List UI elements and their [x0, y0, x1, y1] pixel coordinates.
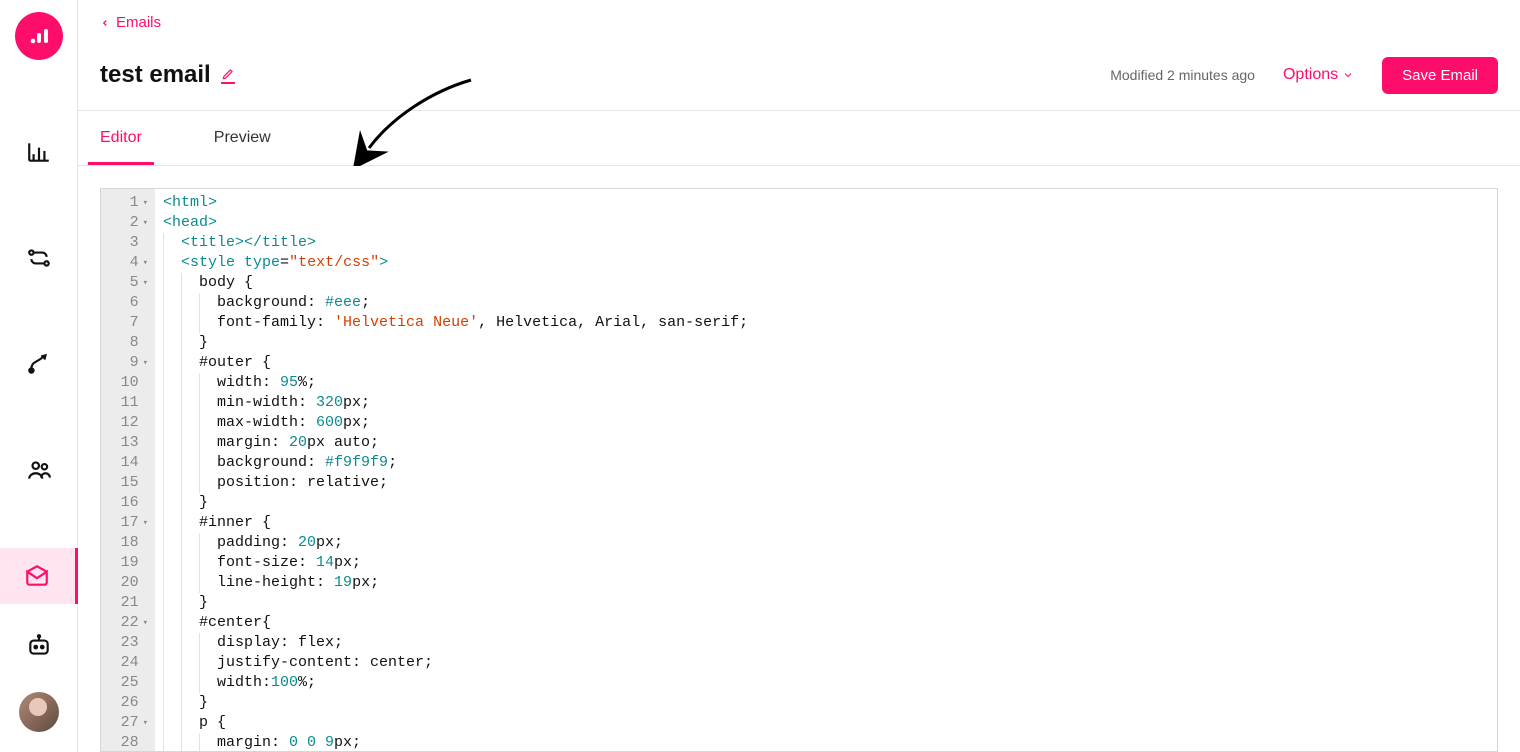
code-line[interactable]: justify-content: center;	[163, 653, 1497, 673]
header: Emails test email Modified 2 minutes ago…	[78, 0, 1520, 94]
envelope-icon	[24, 563, 50, 589]
code-line[interactable]: <html>	[163, 193, 1497, 213]
line-number: 7	[101, 313, 151, 333]
code-body[interactable]: <html><head><title></title><style type="…	[155, 189, 1497, 752]
flow-icon	[26, 245, 52, 271]
line-number: 2▾	[101, 213, 151, 233]
code-line[interactable]: }	[163, 333, 1497, 353]
code-line[interactable]: font-family: 'Helvetica Neue', Helvetica…	[163, 313, 1497, 333]
logo[interactable]	[15, 12, 63, 60]
code-line[interactable]: #outer {	[163, 353, 1497, 373]
line-number: 27▾	[101, 713, 151, 733]
line-number: 17▾	[101, 513, 151, 533]
code-line[interactable]: }	[163, 693, 1497, 713]
main: Emails test email Modified 2 minutes ago…	[78, 0, 1520, 752]
code-line[interactable]: }	[163, 493, 1497, 513]
line-number: 6	[101, 293, 151, 313]
line-number: 14	[101, 453, 151, 473]
code-line[interactable]: }	[163, 593, 1497, 613]
code-line[interactable]: <head>	[163, 213, 1497, 233]
chevron-left-icon	[100, 18, 110, 28]
line-number: 23	[101, 633, 151, 653]
sidebar	[0, 0, 78, 752]
code-line[interactable]: body {	[163, 273, 1497, 293]
line-number: 4▾	[101, 253, 151, 273]
code-line[interactable]: width: 95%;	[163, 373, 1497, 393]
edit-title-button[interactable]	[221, 67, 235, 84]
nav	[0, 124, 77, 604]
nav-analytics[interactable]	[0, 124, 78, 180]
line-number: 12	[101, 413, 151, 433]
line-number: 25	[101, 673, 151, 693]
tab-preview[interactable]: Preview	[214, 111, 271, 165]
journey-icon	[26, 351, 52, 377]
code-line[interactable]: background: #f9f9f9;	[163, 453, 1497, 473]
bot-icon	[26, 633, 52, 659]
logo-icon	[27, 24, 51, 48]
pencil-icon	[221, 67, 235, 81]
line-number: 3	[101, 233, 151, 253]
line-number: 13	[101, 433, 151, 453]
code-line[interactable]: font-size: 14px;	[163, 553, 1497, 573]
gutter: 1▾2▾3 4▾5▾6 7 8 9▾10 11 12 13 14 15 16 1…	[101, 189, 155, 752]
line-number: 18	[101, 533, 151, 553]
sidebar-bottom	[19, 633, 59, 752]
line-number: 8	[101, 333, 151, 353]
back-link-label: Emails	[116, 14, 161, 31]
code-line[interactable]: p {	[163, 713, 1497, 733]
code-line[interactable]: margin: 20px auto;	[163, 433, 1497, 453]
line-number: 10	[101, 373, 151, 393]
nav-emails[interactable]	[0, 548, 78, 604]
line-number: 28	[101, 733, 151, 752]
options-label: Options	[1283, 66, 1338, 84]
nav-flows[interactable]	[0, 230, 78, 286]
code-line[interactable]: <style type="text/css">	[163, 253, 1497, 273]
code-line[interactable]: #center{	[163, 613, 1497, 633]
options-menu[interactable]: Options	[1283, 66, 1354, 84]
code-line[interactable]: position: relative;	[163, 473, 1497, 493]
tab-editor[interactable]: Editor	[100, 111, 142, 165]
line-number: 24	[101, 653, 151, 673]
nav-journeys[interactable]	[0, 336, 78, 392]
line-number: 5▾	[101, 273, 151, 293]
code-line[interactable]: display: flex;	[163, 633, 1497, 653]
line-number: 9▾	[101, 353, 151, 373]
code-line[interactable]: <title></title>	[163, 233, 1497, 253]
save-button[interactable]: Save Email	[1382, 57, 1498, 94]
line-number: 16	[101, 493, 151, 513]
line-number: 21	[101, 593, 151, 613]
chevron-down-icon	[1342, 69, 1354, 81]
line-number: 1▾	[101, 193, 151, 213]
code-line[interactable]: padding: 20px;	[163, 533, 1497, 553]
nav-people[interactable]	[0, 442, 78, 498]
line-number: 15	[101, 473, 151, 493]
line-number: 22▾	[101, 613, 151, 633]
bar-chart-icon	[26, 139, 52, 165]
line-number: 19	[101, 553, 151, 573]
avatar[interactable]	[19, 692, 59, 732]
code-line[interactable]: width:100%;	[163, 673, 1497, 693]
code-line[interactable]: min-width: 320px;	[163, 393, 1497, 413]
code-editor[interactable]: 1▾2▾3 4▾5▾6 7 8 9▾10 11 12 13 14 15 16 1…	[100, 188, 1498, 752]
modified-text: Modified 2 minutes ago	[1110, 67, 1255, 83]
code-line[interactable]: margin: 0 0 9px;	[163, 733, 1497, 752]
line-number: 26	[101, 693, 151, 713]
people-icon	[26, 457, 52, 483]
code-line[interactable]: background: #eee;	[163, 293, 1497, 313]
page-title: test email	[100, 61, 211, 89]
nav-bot[interactable]	[26, 633, 52, 664]
tabs: Editor Preview	[78, 111, 1520, 165]
editor-area: 1▾2▾3 4▾5▾6 7 8 9▾10 11 12 13 14 15 16 1…	[78, 166, 1520, 752]
back-link[interactable]: Emails	[100, 14, 161, 31]
code-line[interactable]: max-width: 600px;	[163, 413, 1497, 433]
line-number: 11	[101, 393, 151, 413]
line-number: 20	[101, 573, 151, 593]
code-line[interactable]: #inner {	[163, 513, 1497, 533]
code-line[interactable]: line-height: 19px;	[163, 573, 1497, 593]
